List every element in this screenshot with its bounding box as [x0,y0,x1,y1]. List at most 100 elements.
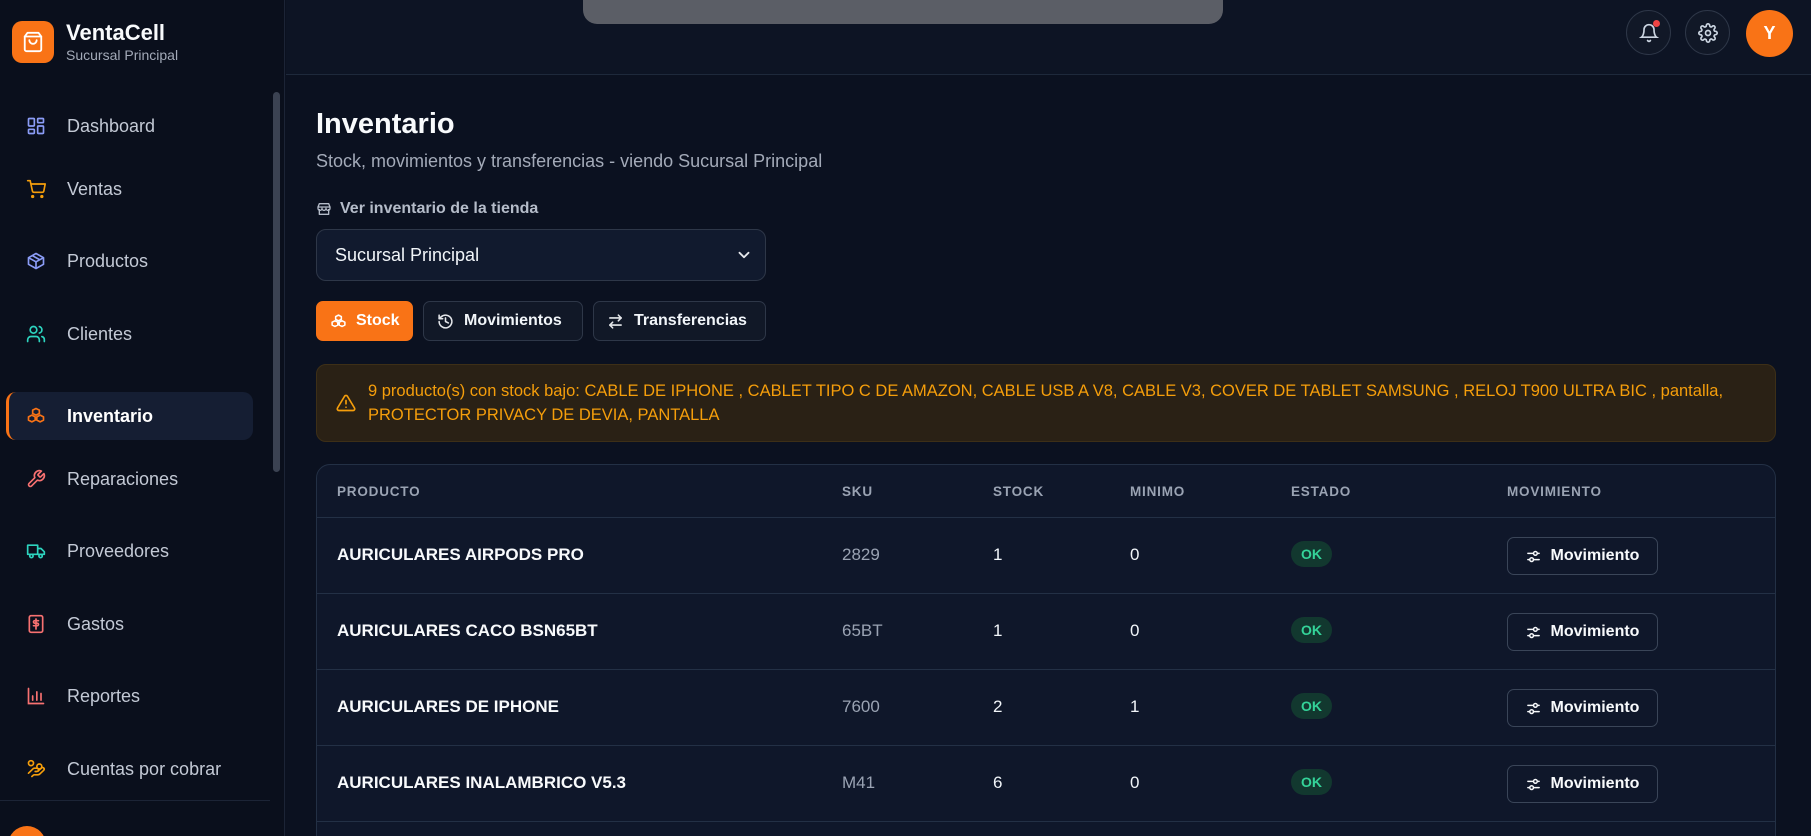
product-minimum: 0 [1130,773,1140,792]
movement-button-label: Movimiento [1550,623,1640,640]
movement-button-label: Movimiento [1550,775,1640,792]
product-stock: 1 [993,545,1003,564]
arrows-left-right-icon [607,312,625,330]
sidebar-scrollbar[interactable] [273,92,280,472]
gear-icon [1697,22,1718,43]
table-header: PRODUCTO SKU STOCK MINIMO ESTADO MOVIMIE… [317,465,1775,518]
sidebar-item-proveedores[interactable]: Proveedores [6,527,253,575]
sliders-icon [1526,701,1541,716]
sliders-icon [1526,549,1541,564]
movement-button-label: Movimiento [1550,547,1640,564]
sidebar-item-label: Inventario [67,405,154,426]
sidebar-user-avatar[interactable] [8,826,46,836]
low-stock-alert: 9 producto(s) con stock bajo: CABLE DE I… [316,364,1776,442]
status-badge: OK [1291,541,1332,567]
sliders-icon [1526,625,1541,640]
brand-subtitle: Sucursal Principal [66,47,179,63]
sidebar-item-clientes[interactable]: Clientes [6,310,253,358]
sidebar-item-label: Proveedores [67,540,170,561]
product-sku: 2829 [842,545,880,564]
column-header-stock[interactable]: STOCK [993,484,1044,499]
tab-label: Stock [356,312,400,329]
settings-button[interactable] [1685,10,1730,55]
sidebar-item-label: Cuentas por cobrar [67,758,222,779]
product-name: AURICULARES INALAMBRICO V5.3 [337,773,627,792]
product-sku: 7600 [842,697,880,716]
sidebar-item-label: Clientes [67,323,133,344]
sidebar-item-dashboard[interactable]: Dashboard [6,102,253,150]
sidebar-item-label: Reparaciones [67,468,179,489]
movement-button[interactable]: Movimiento [1507,689,1658,727]
sidebar-divider [0,800,270,801]
user-avatar[interactable]: Y [1746,10,1793,57]
page-title: Inventario [316,108,455,140]
cart-icon [24,177,48,201]
sidebar-item-cuentas-por-cobrar[interactable]: Cuentas por cobrar [6,745,253,793]
shopping-bag-icon [12,21,54,63]
notification-dot [1653,20,1660,27]
store-icon [317,203,331,215]
movement-button[interactable]: Movimiento [1507,765,1658,803]
sidebar-item-productos[interactable]: Productos [6,237,253,285]
sidebar-item-reparaciones[interactable]: Reparaciones [6,455,253,503]
sidebar-item-gastos[interactable]: Gastos [6,600,253,648]
status-badge: OK [1291,617,1332,643]
movement-button[interactable]: Movimiento [1507,613,1658,651]
product-minimum: 1 [1130,697,1140,716]
product-stock: 2 [993,697,1003,716]
store-select-value: Sucursal Principal [335,244,480,265]
tab-transferencias[interactable]: Transferencias [593,301,766,341]
column-header-minimo[interactable]: MINIMO [1130,484,1185,499]
boxes-icon [24,404,48,428]
sidebar-item-label: Gastos [67,613,125,634]
inventory-table: PRODUCTO SKU STOCK MINIMO ESTADO MOVIMIE… [316,464,1776,836]
store-select[interactable]: Sucursal Principal [316,229,766,281]
users-icon [24,322,48,346]
store-label-text: Ver inventario de la tienda [340,200,539,217]
sidebar-item-label: Dashboard [67,115,156,136]
top-bar: Y [286,0,1811,75]
sidebar-item-label: Reportes [67,685,141,706]
table-row: AURICULARES CACO BSN65BT 65BT 1 0 OK Mov… [317,594,1775,670]
tab-label: Transferencias [634,312,747,329]
product-stock: 6 [993,773,1003,792]
sidebar-item-ventas[interactable]: Ventas [6,165,253,213]
dashboard-icon [24,114,48,138]
sidebar-item-reportes[interactable]: Reportes [6,672,253,720]
product-sku: M41 [842,773,876,792]
notifications-button[interactable] [1626,10,1671,55]
warning-icon [336,394,356,412]
product-minimum: 0 [1130,621,1140,640]
history-icon [437,312,455,330]
table-row: AURICULARES INALAMBRICO V5.3 M41 6 0 OK … [317,746,1775,822]
page-subtitle: Stock, movimientos y transferencias - vi… [316,151,823,171]
top-search-pill[interactable] [583,0,1223,24]
brand[interactable]: VentaCell Sucursal Principal [12,20,178,64]
status-badge: OK [1291,693,1332,719]
table-row: AURICULARES DE IPHONE 7600 2 1 OK Movimi… [317,670,1775,746]
status-badge: OK [1291,769,1332,795]
column-header-movimiento[interactable]: MOVIMIENTO [1507,484,1602,499]
sliders-icon [1526,777,1541,792]
boxes-icon [330,312,347,330]
movement-button[interactable]: Movimiento [1507,537,1658,575]
wrench-icon [24,467,48,491]
hand-coins-icon [24,757,48,781]
package-icon [24,249,48,273]
product-name: AURICULARES DE IPHONE [337,697,559,716]
truck-icon [24,539,48,563]
sidebar-item-inventario[interactable]: Inventario [6,392,253,440]
receipt-icon [24,612,48,636]
brand-name: VentaCell [66,20,166,45]
column-header-producto[interactable]: PRODUCTO [337,484,420,499]
tab-movimientos[interactable]: Movimientos [423,301,583,341]
column-header-estado[interactable]: ESTADO [1291,484,1351,499]
column-header-sku[interactable]: SKU [842,484,873,499]
tab-stock[interactable]: Stock [316,301,413,341]
product-name: AURICULARES AIRPODS PRO [337,545,584,564]
movement-button-label: Movimiento [1550,699,1640,716]
product-minimum: 0 [1130,545,1140,564]
store-label: Ver inventario de la tienda [316,200,538,218]
chevron-down-icon [738,251,750,259]
low-stock-alert-text: 9 producto(s) con stock bajo: CABLE DE I… [368,382,1724,424]
